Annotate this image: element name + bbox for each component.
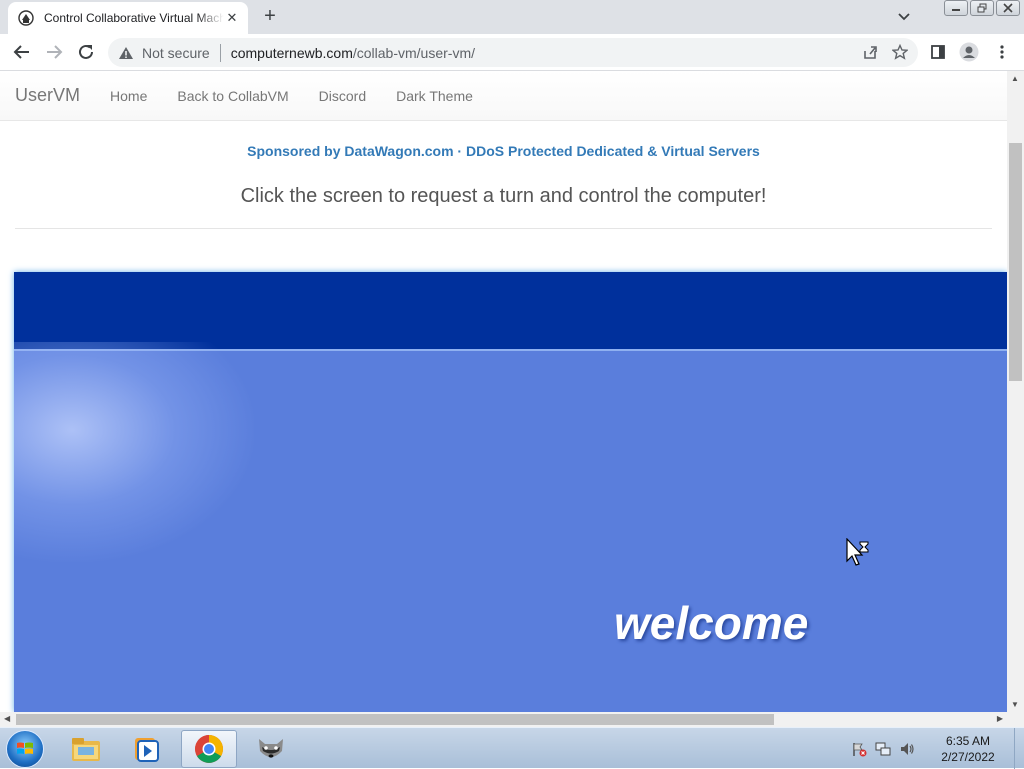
sponsor-link[interactable]: Sponsored by DataWagon.com · DDoS Protec… <box>247 143 760 159</box>
horizontal-scrollbar[interactable]: ◀ ▶ <box>0 712 1007 727</box>
nav-link-back-to-collabvm[interactable]: Back to CollabVM <box>177 88 288 104</box>
site-navbar: UserVM Home Back to CollabVM Discord Dar… <box>0 71 1007 121</box>
system-tray: 6:35 AM 2/27/2022 <box>850 728 1024 769</box>
site-brand[interactable]: UserVM <box>15 85 80 106</box>
network-icon[interactable] <box>874 741 892 757</box>
taskbar-explorer[interactable] <box>58 730 114 768</box>
minimize-icon[interactable] <box>944 0 968 16</box>
address-bar[interactable]: Not secure computernewb.com/collab-vm/us… <box>108 38 918 67</box>
new-tab-icon[interactable]: + <box>260 5 280 27</box>
content-divider <box>15 228 992 229</box>
reload-icon[interactable] <box>76 42 96 62</box>
page-viewport: UserVM Home Back to CollabVM Discord Dar… <box>0 71 1007 712</box>
url-path: /collab-vm/user-vm/ <box>352 44 476 61</box>
restore-icon[interactable] <box>970 0 994 16</box>
taskbar-chrome[interactable] <box>181 730 237 768</box>
profile-avatar-icon[interactable] <box>959 42 979 62</box>
vm-display[interactable]: welcome <box>14 272 1007 712</box>
forward-icon[interactable] <box>44 42 64 62</box>
scroll-down-arrow-icon[interactable]: ▼ <box>1011 700 1019 709</box>
nav-link-discord[interactable]: Discord <box>319 88 366 104</box>
share-icon[interactable] <box>862 44 878 60</box>
windows-taskbar: 6:35 AM 2/27/2022 <box>0 727 1024 769</box>
show-desktop-button[interactable] <box>1014 728 1024 769</box>
security-label: Not secure <box>142 44 210 61</box>
action-center-flag-icon[interactable] <box>850 741 868 757</box>
kebab-menu-icon[interactable] <box>992 42 1012 62</box>
raccoon-icon <box>259 739 283 758</box>
taskbar-media-player[interactable] <box>118 730 174 768</box>
browser-tab[interactable]: Control Collaborative Virtual Machine ✕ <box>8 2 248 34</box>
nav-link-dark-theme[interactable]: Dark Theme <box>396 88 473 104</box>
start-button-icon[interactable] <box>6 730 44 768</box>
clock-time: 6:35 AM <box>945 733 991 748</box>
security-indicator[interactable]: Not secure <box>118 45 210 61</box>
vertical-scroll-thumb[interactable] <box>1009 143 1022 381</box>
vertical-scrollbar[interactable]: ▲ ▼ <box>1007 71 1024 712</box>
url-text[interactable]: computernewb.com/collab-vm/user-vm/ <box>231 45 475 61</box>
turn-instructions: Click the screen to request a turn and c… <box>240 185 767 207</box>
back-icon[interactable] <box>12 42 32 62</box>
busy-cursor-icon <box>846 538 869 566</box>
tab-title: Control Collaborative Virtual Machine <box>44 11 224 25</box>
scroll-right-arrow-icon[interactable]: ▶ <box>997 714 1003 723</box>
sponsor-banner: Sponsored by DataWagon.com · DDoS Protec… <box>0 143 1007 159</box>
close-window-icon[interactable] <box>996 0 1020 16</box>
chrome-icon <box>195 735 223 763</box>
vm-welcome-topbar <box>14 272 1007 351</box>
vm-light-glow <box>14 342 254 562</box>
browser-toolbar: Not secure computernewb.com/collab-vm/us… <box>0 34 1024 71</box>
bookmark-star-icon[interactable] <box>892 44 908 60</box>
clock-date: 2/27/2022 <box>941 749 995 764</box>
tab-strip: Control Collaborative Virtual Machine ✕ … <box>0 0 1024 34</box>
tab-close-icon[interactable]: ✕ <box>224 10 240 26</box>
omnibox-actions <box>862 44 908 60</box>
volume-icon[interactable] <box>898 741 916 757</box>
omnibox-divider <box>219 43 221 62</box>
scroll-up-arrow-icon[interactable]: ▲ <box>1011 74 1019 83</box>
side-panel-icon[interactable] <box>928 42 948 62</box>
taskbar-clock[interactable]: 6:35 AM 2/27/2022 <box>928 733 1008 765</box>
chevron-down-icon[interactable] <box>896 8 912 24</box>
url-host: computernewb.com <box>230 44 353 61</box>
warning-icon <box>119 46 133 59</box>
scrollbar-corner <box>1007 712 1024 727</box>
favicon-icon <box>18 10 34 26</box>
horizontal-scroll-thumb[interactable] <box>16 714 774 725</box>
window-controls <box>944 0 1020 16</box>
media-player-icon <box>135 738 159 762</box>
taskbar-raccoon-app[interactable] <box>243 730 299 768</box>
folder-icon <box>72 738 100 761</box>
nav-link-home[interactable]: Home <box>110 88 147 104</box>
vm-welcome-text: welcome <box>614 597 809 649</box>
scroll-left-arrow-icon[interactable]: ◀ <box>4 714 10 723</box>
